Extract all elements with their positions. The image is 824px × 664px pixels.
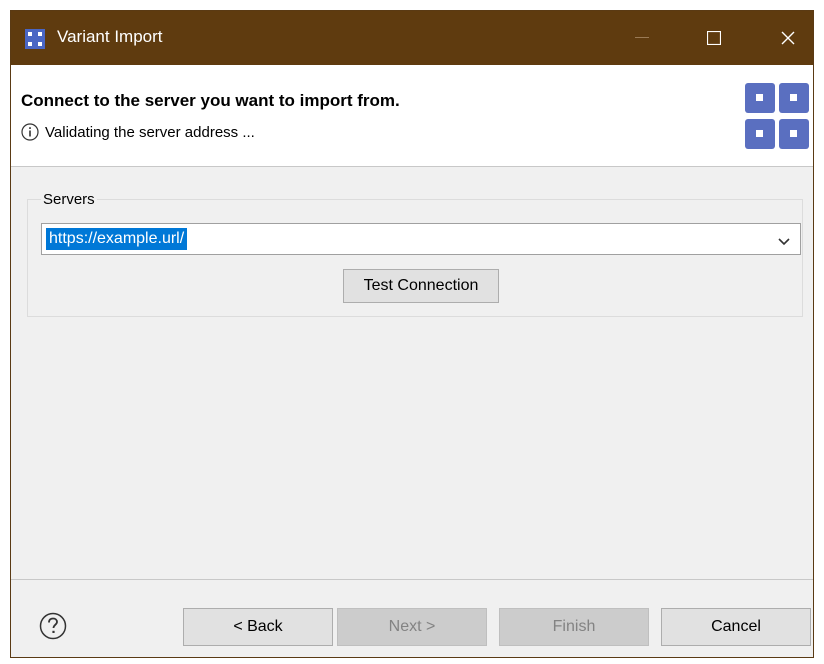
close-button[interactable]: [757, 11, 813, 65]
status-message-text: Validating the server address ...: [45, 123, 255, 141]
maximize-icon: [707, 31, 721, 45]
close-icon: [781, 31, 795, 45]
minimize-icon: [635, 37, 649, 38]
variant-import-dialog: Variant Import Connect to the server you…: [10, 10, 814, 658]
finish-button[interactable]: Finish: [499, 608, 649, 646]
maximize-button[interactable]: [683, 11, 745, 65]
title-bar[interactable]: Variant Import: [11, 11, 813, 65]
back-button[interactable]: < Back: [183, 608, 333, 646]
page-title: Connect to the server you want to import…: [21, 91, 400, 110]
help-icon[interactable]: [39, 612, 67, 640]
cancel-button[interactable]: Cancel: [661, 608, 811, 646]
window-title: Variant Import: [57, 27, 163, 46]
servers-label: Servers: [41, 191, 97, 208]
chevron-down-icon[interactable]: [778, 234, 790, 246]
next-button[interactable]: Next >: [337, 608, 487, 646]
test-connection-button[interactable]: Test Connection: [343, 269, 499, 303]
grid-app-icon: [25, 29, 45, 49]
wizard-header: Connect to the server you want to import…: [11, 65, 813, 167]
server-url-combo[interactable]: https://example.url/: [41, 223, 801, 255]
server-url-value[interactable]: https://example.url/: [46, 228, 188, 250]
wizard-footer: < Back Next > Finish Cancel: [11, 579, 813, 657]
status-message: Validating the server address ...: [21, 123, 255, 141]
grid-wizard-icon: [745, 83, 809, 149]
minimize-button[interactable]: [611, 11, 673, 65]
wizard-content: Servers https://example.url/ Test Connec…: [11, 167, 813, 579]
info-icon: [21, 123, 39, 141]
